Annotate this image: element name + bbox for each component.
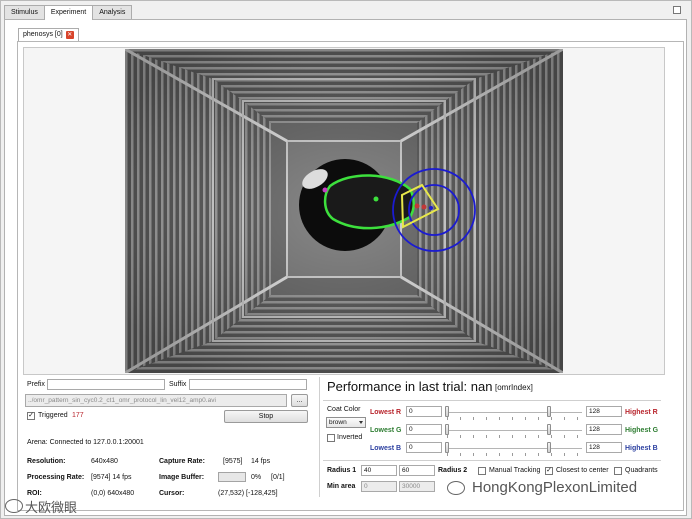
- image-buffer-percent: 0%: [251, 474, 262, 481]
- cursor-label: Cursor:: [159, 490, 185, 497]
- max-area-input[interactable]: 30000: [399, 481, 435, 492]
- g-range-track: [447, 430, 582, 431]
- b-range-ticks: [447, 453, 582, 456]
- wechat-logo-icon: [447, 481, 465, 495]
- image-buffer-count: [0/1]: [271, 474, 285, 481]
- min-area-label: Min area: [327, 483, 356, 490]
- r-range-ticks: [447, 417, 582, 420]
- lowest-r-slider[interactable]: [445, 406, 449, 417]
- tracking-divider: [323, 460, 661, 461]
- tab-experiment[interactable]: Experiment: [43, 5, 94, 20]
- lowest-g-slider[interactable]: [445, 424, 449, 435]
- highest-g-slider[interactable]: [547, 424, 551, 435]
- cursor-value: (27,532) [-128,425]: [218, 490, 278, 497]
- resolution-label: Resolution:: [27, 458, 66, 465]
- b-range-track: [447, 448, 582, 449]
- arena-status: Arena: Connected to 127.0.0.1:20001: [27, 439, 144, 446]
- watermark-left: 大欧微眼: [25, 500, 78, 515]
- highest-b-input[interactable]: 128: [586, 442, 622, 453]
- capture-rate-value: [9575]: [223, 458, 243, 465]
- capture-fps: 14 fps: [251, 458, 271, 465]
- processing-rate-value: [9574] 14 fps: [91, 474, 132, 481]
- closest-to-center-label: Closest to center: [556, 467, 609, 474]
- coat-color-value: brown: [329, 419, 347, 426]
- suffix-input[interactable]: [189, 379, 307, 390]
- highest-r-input[interactable]: 128: [586, 406, 622, 417]
- min-area-input[interactable]: 0: [361, 481, 397, 492]
- inverted-checkbox[interactable]: [327, 434, 335, 442]
- image-buffer-progress-bar: [218, 472, 246, 482]
- radius1-input[interactable]: 40: [361, 465, 397, 476]
- tab-analysis[interactable]: Analysis: [92, 5, 133, 19]
- closest-to-center-checkbox[interactable]: ✓: [545, 467, 553, 475]
- roi-value: (0,0) 640x480: [91, 490, 135, 497]
- coat-color-label: Coat Color: [327, 406, 361, 413]
- highest-g-label: Highest G: [625, 427, 659, 434]
- highest-g-input[interactable]: 128: [586, 424, 622, 435]
- performance-title: Performance in last trial: nan: [327, 379, 493, 394]
- highest-b-slider[interactable]: [547, 442, 551, 453]
- chevron-down-icon: [359, 421, 363, 424]
- performance-index-label: [omrIndex]: [495, 383, 533, 392]
- lowest-b-slider[interactable]: [445, 442, 449, 453]
- vertical-divider: [319, 377, 320, 497]
- highest-b-label: Highest B: [625, 445, 658, 452]
- tunnel-camera-image: [125, 49, 563, 373]
- processing-rate-label: Processing Rate:: [27, 474, 85, 481]
- lowest-r-label: Lowest R: [370, 409, 402, 416]
- radius2-label: Radius 2: [438, 467, 468, 474]
- coat-color-select[interactable]: brown: [326, 417, 366, 428]
- prefix-label: Prefix: [27, 381, 45, 388]
- application-window: Stimulus Experiment Analysis phenosys [0…: [0, 0, 692, 519]
- camera-view[interactable]: [125, 49, 563, 373]
- main-tab-bar: Stimulus Experiment Analysis: [4, 5, 133, 20]
- lowest-r-input[interactable]: 0: [406, 406, 442, 417]
- triggered-label: Triggered: [38, 412, 68, 419]
- highest-r-label: Highest R: [625, 409, 658, 416]
- manual-tracking-checkbox[interactable]: [478, 467, 486, 475]
- radius1-label: Radius 1: [327, 467, 357, 474]
- lowest-b-label: Lowest B: [370, 445, 402, 452]
- image-buffer-label: Image Buffer:: [159, 474, 205, 481]
- trigger-count: 177: [72, 412, 84, 419]
- radius2-input[interactable]: 60: [399, 465, 435, 476]
- quadrants-checkbox[interactable]: [614, 467, 622, 475]
- r-range-track: [447, 412, 582, 413]
- triggered-checkbox[interactable]: ✓: [27, 412, 35, 420]
- resolution-value: 640x480: [91, 458, 118, 465]
- wechat-logo-icon: [5, 499, 23, 513]
- stop-button[interactable]: Stop: [224, 410, 308, 423]
- lowest-b-input[interactable]: 0: [406, 442, 442, 453]
- lowest-g-input[interactable]: 0: [406, 424, 442, 435]
- capture-rate-label: Capture Rate:: [159, 458, 205, 465]
- highest-r-slider[interactable]: [547, 406, 551, 417]
- tab-phenosys-label: phenosys [0]: [23, 31, 63, 38]
- manual-tracking-label: Manual Tracking: [489, 467, 541, 474]
- output-file-path-field[interactable]: ../omr_pattern_sin_cyc0.2_ct1_omr_protoc…: [25, 394, 287, 407]
- prefix-input[interactable]: [47, 379, 165, 390]
- inverted-label: Inverted: [337, 434, 363, 441]
- close-tab-icon[interactable]: ✕: [65, 31, 74, 39]
- watermark-right: HongKongPlexonLimited: [472, 479, 638, 496]
- lowest-g-label: Lowest G: [370, 427, 402, 434]
- quadrants-label: Quadrants: [625, 467, 658, 474]
- tab-phenosys[interactable]: phenosys [0] ✕: [18, 28, 79, 41]
- g-range-ticks: [447, 435, 582, 438]
- restore-window-icon[interactable]: [673, 6, 681, 14]
- browse-button[interactable]: ...: [291, 394, 308, 407]
- performance-divider: [323, 400, 661, 401]
- suffix-label: Suffix: [169, 381, 187, 388]
- roi-label: ROI:: [27, 490, 42, 497]
- tab-stimulus[interactable]: Stimulus: [4, 5, 45, 19]
